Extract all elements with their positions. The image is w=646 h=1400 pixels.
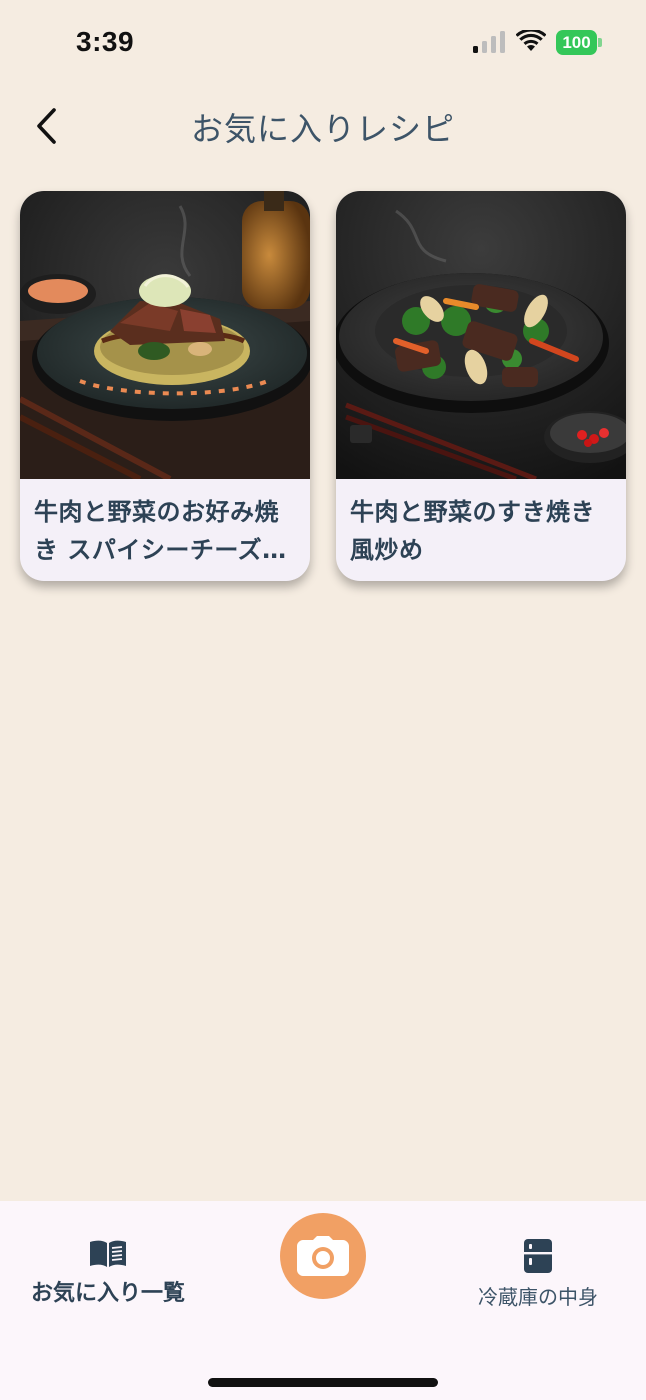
tab-fridge[interactable]: 冷蔵庫の中身 <box>458 1239 618 1310</box>
battery-cap <box>598 38 602 47</box>
wifi-icon <box>516 30 546 51</box>
tab-favorites-label: お気に入り一覧 <box>30 1281 185 1306</box>
camera-button[interactable] <box>280 1213 366 1299</box>
tab-bar: お気に入り一覧 冷蔵庫の中身 <box>0 1201 646 1400</box>
camera-icon <box>297 1236 349 1276</box>
recipe-title: 牛肉と野菜のすき焼き風炒め <box>350 498 595 564</box>
battery-level: 100 <box>556 30 597 55</box>
status-bar: 3:39 100 <box>0 0 646 86</box>
page-title: お気に入りレシピ <box>190 110 455 148</box>
recipe-image-stir-fry <box>336 191 626 479</box>
status-time: 3:39 <box>76 26 135 57</box>
cellular-signal-icon <box>473 31 505 53</box>
recipe-card[interactable]: 牛肉と野菜のお好み焼き スパイシーチーズソース添え <box>20 191 310 581</box>
book-icon <box>90 1240 126 1267</box>
tab-fridge-label: 冷蔵庫の中身 <box>478 1285 598 1309</box>
recipe-image-okonomiyaki <box>20 191 310 479</box>
battery-indicator: 100 <box>556 30 602 55</box>
recipe-card[interactable]: 牛肉と野菜のすき焼き風炒め <box>336 191 626 581</box>
home-indicator <box>208 1378 438 1387</box>
tab-favorites[interactable]: お気に入り一覧 <box>14 1239 202 1307</box>
recipe-title: 牛肉と野菜のお好み焼き スパイシーチーズソース添え <box>34 498 287 564</box>
fridge-icon <box>524 1239 552 1273</box>
navigation-bar: お気に入りレシピ <box>0 86 646 166</box>
